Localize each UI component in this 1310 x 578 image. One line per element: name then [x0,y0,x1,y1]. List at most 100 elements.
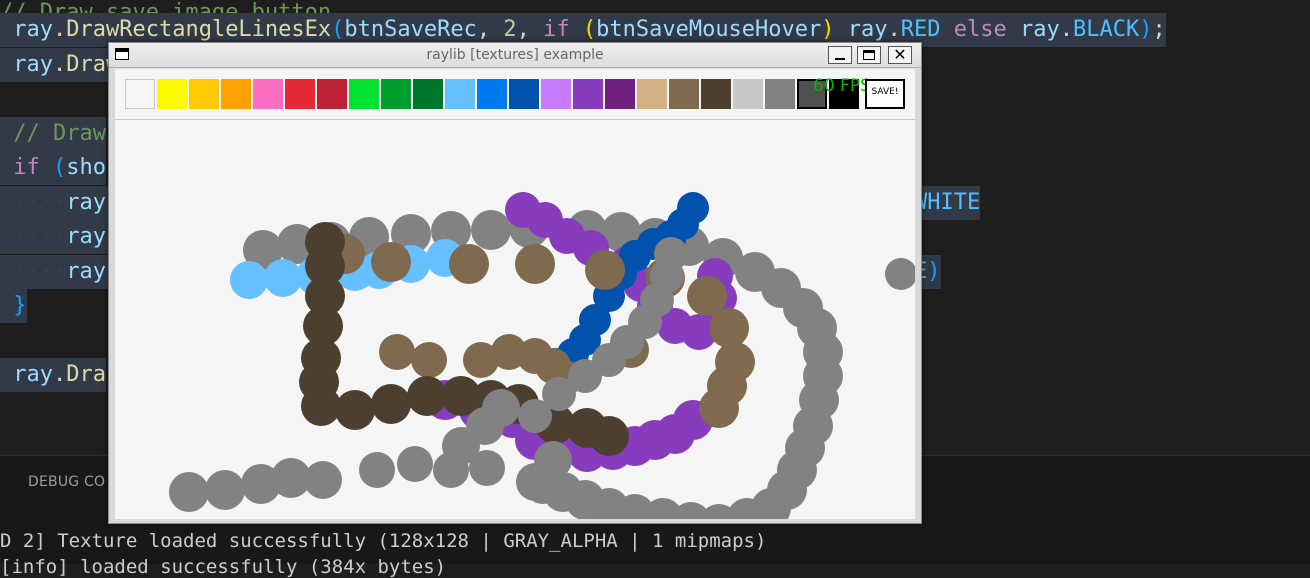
code-token: ···· [0,259,67,284]
color-palette-bar: 60 FPS SAVE! [115,69,915,120]
code-token: ···· [0,190,67,215]
maximize-button[interactable] [857,46,881,64]
code-token: DrawRectangleLinesEx [66,17,332,42]
code-token: RED [900,17,941,42]
save-button[interactable]: SAVE! [865,79,905,109]
code-line: if (sho [0,151,106,185]
color-swatch[interactable] [157,79,187,109]
color-swatch[interactable] [125,79,155,109]
fps-counter: 60 FPS [813,76,871,96]
brush-dot [230,261,268,299]
color-swatch[interactable] [317,79,347,109]
terminal-line-1: D 2] Texture loaded successfully (128x12… [0,530,767,552]
code-token: . [887,17,901,42]
code-line: ray.Dra [0,358,106,392]
code-token: } [13,293,27,318]
code-token: ray [13,17,53,42]
code-line: } [0,289,27,323]
code-token: ( [331,17,345,42]
code-token: if [543,17,570,42]
color-swatch[interactable] [413,79,443,109]
code-token: , [476,17,504,42]
code-token: ray [13,362,53,387]
brush-dot [471,210,511,250]
code-token: ray [847,17,888,42]
maximize-icon [863,50,875,60]
color-swatch[interactable] [573,79,603,109]
brush-dot [534,441,572,479]
brush-dot [169,472,209,512]
code-token: btnSaveRec [344,17,477,42]
code-token: 2 [503,17,517,42]
minimize-button[interactable] [828,46,852,64]
code-token: ray [13,52,53,77]
code-token: ) [1139,17,1153,42]
window-titlebar[interactable]: raylib [textures] example ✕ [109,43,921,68]
terminal-line-2: [info] loaded successfully (384x bytes) [0,556,447,578]
tab-debug-console[interactable]: DEBUG CO [28,474,105,490]
code-token: btnSaveMouseHover [596,17,822,42]
color-swatch[interactable] [285,79,315,109]
brush-dot [515,244,555,284]
code-token: ray [66,190,106,215]
color-swatch[interactable] [253,79,283,109]
drawing-canvas[interactable] [115,120,915,519]
code-token: . [53,17,67,42]
color-swatch[interactable] [509,79,539,109]
color-swatch[interactable] [701,79,731,109]
code-token: BLACK [1073,17,1140,42]
brush-dot [709,308,749,348]
code-token: else [953,17,1007,42]
save-button-label: SAVE! [871,87,899,97]
code-token: ray [66,224,106,249]
close-icon: ✕ [893,45,907,64]
color-swatch[interactable] [605,79,635,109]
brush-dot [335,390,375,430]
window-client-area: 60 FPS SAVE! [115,69,915,519]
brush-dot [304,461,342,499]
code-token: ( [582,17,597,42]
code-token: Dra [66,362,106,387]
color-swatch[interactable] [221,79,251,109]
brush-dot [885,258,915,290]
close-button[interactable]: ✕ [888,45,912,64]
brush-dot [301,386,341,426]
color-swatch[interactable] [541,79,571,109]
color-swatch[interactable] [637,79,667,109]
brush-dot [449,244,489,284]
color-swatch[interactable] [733,79,763,109]
code-line: // Draw [0,117,106,151]
code-token: ray [1020,17,1060,42]
brush-dot [589,416,629,456]
color-swatch[interactable] [765,79,795,109]
color-swatch[interactable] [445,79,475,109]
color-swatch[interactable] [189,79,219,109]
color-swatch[interactable] [669,79,699,109]
brush-dot [677,192,709,224]
code-token: . [53,362,67,387]
color-swatch[interactable] [349,79,379,109]
raylib-window: raylib [textures] example ✕ 60 FPS SAVE! [108,42,922,524]
code-token: ···· [0,224,67,249]
code-token: . [1059,17,1074,42]
brush-dot [411,342,447,378]
brush-dot [379,334,415,370]
color-swatch[interactable] [381,79,411,109]
code-token: , [516,17,544,42]
brush-dot [371,384,411,424]
code-token: ray [66,259,106,284]
brush-dot [585,250,625,290]
code-token: ) [821,17,835,42]
color-swatch[interactable] [477,79,507,109]
code-token: ) [927,259,941,284]
